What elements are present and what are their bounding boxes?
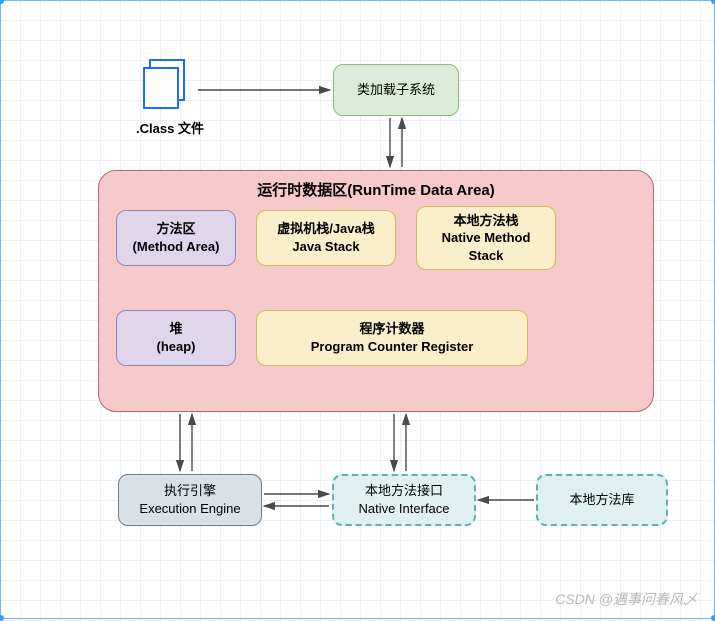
java-stack-line2: Java Stack bbox=[292, 238, 359, 256]
native-if-line1: 本地方法接口 bbox=[365, 482, 443, 500]
method-area-line1: 方法区 bbox=[156, 220, 195, 238]
native-stack-line1: 本地方法栈 bbox=[453, 212, 518, 230]
method-area-line2: (Method Area) bbox=[133, 238, 220, 256]
native-lib-label: 本地方法库 bbox=[569, 491, 634, 509]
class-file-icon bbox=[140, 56, 196, 112]
native-library-box: 本地方法库 bbox=[536, 474, 668, 526]
native-stack-line3: Stack bbox=[469, 247, 504, 265]
java-stack-line1: 虚拟机栈/Java栈 bbox=[277, 220, 375, 238]
program-counter-register-box: 程序计数器 Program Counter Register bbox=[256, 310, 528, 366]
selection-handle-bl[interactable] bbox=[0, 615, 4, 621]
pcr-line2: Program Counter Register bbox=[311, 338, 474, 356]
classloader-label: 类加载子系统 bbox=[357, 81, 435, 99]
java-stack-box: 虚拟机栈/Java栈 Java Stack bbox=[256, 210, 396, 266]
heap-line1: 堆 bbox=[169, 320, 182, 338]
heap-box: 堆 (heap) bbox=[116, 310, 236, 366]
runtime-data-area-title: 运行时数据区(RunTime Data Area) bbox=[115, 181, 637, 201]
exec-line2: Execution Engine bbox=[139, 500, 240, 518]
exec-line1: 执行引擎 bbox=[164, 482, 216, 500]
runtime-data-area-box: 运行时数据区(RunTime Data Area) bbox=[98, 170, 654, 412]
native-interface-box: 本地方法接口 Native Interface bbox=[332, 474, 476, 526]
native-if-line2: Native Interface bbox=[358, 500, 449, 518]
watermark: CSDN @遇事问春风乄 bbox=[555, 589, 697, 609]
pcr-line1: 程序计数器 bbox=[359, 320, 424, 338]
class-file-label: .Class 文件 bbox=[125, 118, 215, 137]
method-area-box: 方法区 (Method Area) bbox=[116, 210, 236, 266]
selection-handle-tl[interactable] bbox=[0, 0, 4, 4]
heap-line2: (heap) bbox=[157, 338, 196, 356]
classloader-box: 类加载子系统 bbox=[333, 64, 459, 116]
native-method-stack-box: 本地方法栈 Native Method Stack bbox=[416, 206, 556, 270]
execution-engine-box: 执行引擎 Execution Engine bbox=[118, 474, 262, 526]
selection-handle-br[interactable] bbox=[711, 615, 715, 621]
selection-handle-tr[interactable] bbox=[711, 0, 715, 4]
native-stack-line2: Native Method bbox=[442, 229, 531, 247]
